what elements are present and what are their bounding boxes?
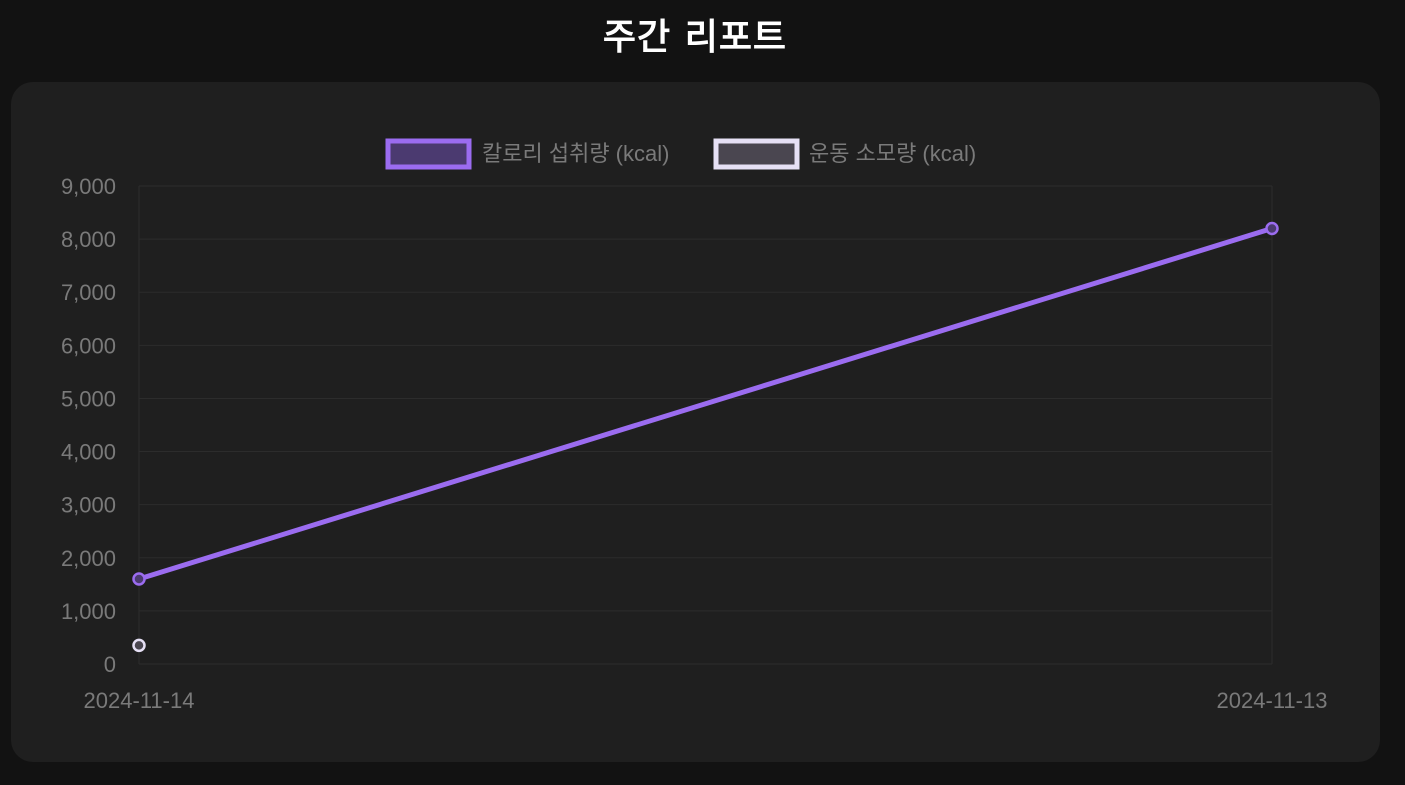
- legend[interactable]: 칼로리 섭취량 (kcal) 운동 소모량 (kcal): [385, 138, 976, 170]
- series-layer: [132, 221, 1279, 653]
- data-point-series-0[interactable]: [132, 572, 146, 586]
- x-axis-ticks: 2024-11-14 2024-11-13: [84, 688, 1328, 713]
- data-point-series-0[interactable]: [1265, 221, 1279, 236]
- y-tick-label: 8,000: [61, 227, 116, 252]
- y-tick-label: 6,000: [61, 333, 116, 358]
- y-tick-label: 9,000: [61, 174, 116, 199]
- legend-swatch: [385, 138, 472, 170]
- legend-label: 운동 소모량 (kcal): [809, 141, 976, 166]
- legend-swatch: [713, 138, 800, 170]
- data-point-series-1[interactable]: [132, 638, 146, 653]
- weekly-report-line-chart: 0 1,000 2,000 3,000 4,000 5,000 6,000 7,000 8,00…: [61, 138, 1328, 713]
- y-axis-ticks: 0 1,000 2,000 3,000 4,000 5,000 6,000 7,000 8,00…: [61, 174, 116, 677]
- legend-item-1[interactable]: 운동 소모량 (kcal): [713, 138, 976, 170]
- y-tick-label: 1,000: [61, 599, 116, 624]
- y-tick-label: 2,000: [61, 546, 116, 571]
- y-tick-label: 3,000: [61, 493, 116, 518]
- x-tick-label: 2024-11-14: [84, 688, 195, 713]
- y-tick-label: 0: [104, 652, 116, 677]
- grid-layer: [138, 185, 1273, 665]
- y-tick-label: 7,000: [61, 280, 116, 305]
- series-line-0: [136, 225, 1275, 582]
- y-tick-label: 4,000: [61, 440, 116, 465]
- y-tick-label: 5,000: [61, 386, 116, 411]
- legend-label: 칼로리 섭취량 (kcal): [482, 141, 669, 166]
- legend-item-0[interactable]: 칼로리 섭취량 (kcal): [385, 138, 669, 170]
- x-tick-label: 2024-11-13: [1217, 688, 1328, 713]
